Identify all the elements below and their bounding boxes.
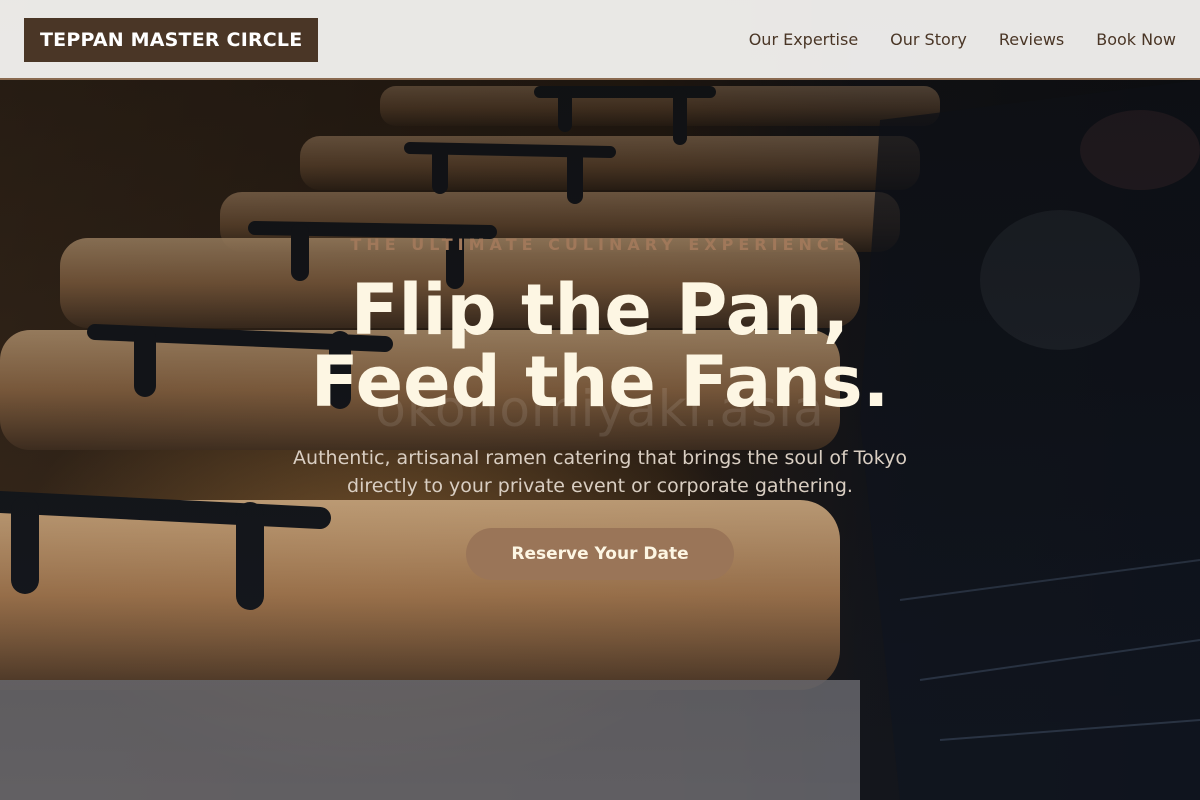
hero-section: THE ULTIMATE CULINARY EXPERIENCE Flip th…: [0, 232, 1200, 580]
hero-headline-line-2: Feed the Fans.: [310, 341, 890, 423]
hero-headline: Flip the Pan, Feed the Fans.: [0, 274, 1200, 418]
nav-link-our-expertise[interactable]: Our Expertise: [749, 30, 858, 49]
site-header: TEPPAN MASTER CIRCLE Our Expertise Our S…: [0, 0, 1200, 80]
hero-subtext-line-1: Authentic, artisanal ramen catering that…: [293, 447, 907, 469]
brand-logo[interactable]: TEPPAN MASTER CIRCLE: [24, 18, 319, 62]
hero-subtext-line-2: directly to your private event or corpor…: [347, 475, 853, 497]
hero-headline-line-1: Flip the Pan,: [350, 269, 850, 351]
landing-page: okonomiyaki.asia TEPPAN MASTER CIRCLE Ou…: [0, 0, 1200, 800]
reserve-date-button[interactable]: Reserve Your Date: [466, 528, 734, 580]
nav-link-reviews[interactable]: Reviews: [999, 30, 1064, 49]
main-nav: Our Expertise Our Story Reviews Book Now: [749, 0, 1176, 78]
nav-link-our-story[interactable]: Our Story: [890, 30, 967, 49]
nav-link-book-now[interactable]: Book Now: [1096, 30, 1176, 49]
hero-eyebrow: THE ULTIMATE CULINARY EXPERIENCE: [350, 235, 850, 254]
hero-subtext: Authentic, artisanal ramen catering that…: [260, 444, 940, 500]
